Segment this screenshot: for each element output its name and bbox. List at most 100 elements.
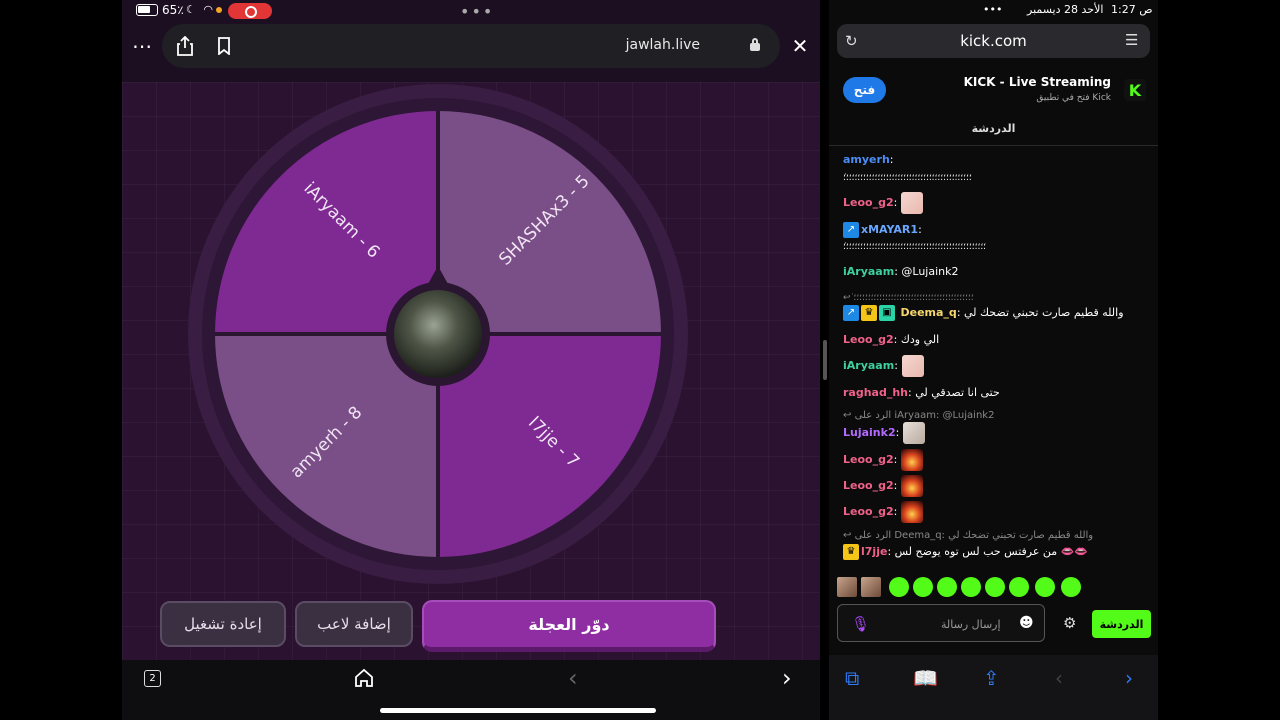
divider xyxy=(829,145,1158,146)
status-bar: 65٪ ☾ ◠ ••• xyxy=(122,0,820,22)
chat-text: الرد على Deema_q: والله قطيم صارت تحبني … xyxy=(854,530,1094,541)
emote-icon[interactable] xyxy=(985,577,1005,597)
add-player-button[interactable]: إضافة لاعب xyxy=(295,601,413,647)
chat-message: ٰ؛؛؛؛؛؛؛؛؛؛؛؛؛؛؛؛؛؛؛؛؛؛؛؛؛؛؛؛؛؛؛؛؛؛؛؛؛؛؛… xyxy=(843,173,1148,183)
forward-icon[interactable]: › xyxy=(782,664,792,692)
crown-badge-icon: ♛ xyxy=(843,544,859,560)
badge-icon: ↗ xyxy=(843,305,859,321)
home-indicator[interactable] xyxy=(380,708,656,713)
status-time: 1:27 ص xyxy=(1111,3,1153,16)
back-icon[interactable]: ‹ xyxy=(568,664,578,692)
screen-record-icon[interactable] xyxy=(228,3,272,19)
chat-title: الدردشة xyxy=(971,122,1016,135)
chat-message: iAryaam: xyxy=(843,355,1148,381)
emote-icon[interactable] xyxy=(837,577,857,597)
emote-icon xyxy=(901,355,924,377)
ipad-screen: 65٪ ☾ ◠ ••• ⋯ jawlah.live ✕ iAryaam - 6 … xyxy=(0,0,1280,720)
battery-percent: 65٪ xyxy=(162,3,184,17)
emote-icon xyxy=(901,192,924,214)
chat-reply-context: ↩ الرد على iAryaam: @Lujaink2 xyxy=(843,410,1148,421)
page-url[interactable]: kick.com xyxy=(829,32,1158,50)
close-icon[interactable]: ✕ xyxy=(786,32,814,60)
chat-text: @Lujaink2 xyxy=(901,265,959,278)
chat-message: ↩ ٰ؛؛؛؛؛؛؛؛؛؛؛؛؛؛؛؛؛؛؛؛؛؛؛؛؛؛؛؛؛؛؛؛؛؛؛؛؛… xyxy=(843,293,1148,303)
spin-wheel[interactable]: iAryaam - 6 SHASHAx3 - 5 l7jje - 7 amyer… xyxy=(188,84,688,584)
emote-icon xyxy=(901,449,924,471)
crown-badge-icon: ♛ xyxy=(861,305,877,321)
chat-username[interactable]: xMAYAR1 xyxy=(861,223,918,236)
open-app-button[interactable]: فتح xyxy=(843,77,886,103)
reply-icon: ↩ xyxy=(843,530,855,541)
emoji-picker-icon[interactable]: ☻ xyxy=(1019,615,1034,631)
emote-icon[interactable] xyxy=(961,577,981,597)
mic-indicator-icon xyxy=(216,7,222,13)
chat-message: Leoo_g2: xyxy=(843,475,1148,501)
emote-icon[interactable] xyxy=(1061,577,1081,597)
emote-icon[interactable] xyxy=(913,577,933,597)
emote-icon xyxy=(901,501,924,523)
microphone-icon[interactable]: 🎙 xyxy=(851,615,870,633)
chat-username[interactable]: raghad_hh xyxy=(843,386,908,399)
chat-username[interactable]: amyerh xyxy=(843,153,890,166)
chat-text: من عرفتس حب لس توه يوضح لس 👄👄 xyxy=(894,545,1089,558)
status-date: الأحد 28 ديسمبر xyxy=(1027,3,1104,16)
chat-message: ♛ l7jje: من عرفتس حب لس توه يوضح لس 👄👄 xyxy=(843,544,1148,562)
chat-username[interactable]: Leoo_g2 xyxy=(843,505,894,518)
chat-username[interactable]: Deema_q xyxy=(901,306,957,319)
multitask-dots-icon[interactable]: ••• xyxy=(983,3,1002,16)
chat-username[interactable]: iAryaam xyxy=(843,265,894,278)
chat-message: ↗ ♛ ▣ Deema_q: والله قطيم صارت تحبني تضحك … xyxy=(843,305,1148,323)
chat-username[interactable]: Leoo_g2 xyxy=(843,196,894,209)
chat-input-placeholder[interactable]: إرسال رسالة xyxy=(941,618,1001,631)
chat-text: الرد على iAryaam: @Lujaink2 xyxy=(854,410,995,421)
chat-text: والله قطيم صارت تحبني تضحك لي xyxy=(964,306,1124,319)
reply-icon: ↩ xyxy=(843,410,855,421)
chat-username[interactable]: iAryaam xyxy=(843,359,894,372)
restart-button[interactable]: إعادة تشغيل xyxy=(160,601,286,647)
chat-message: iAryaam: @Lujaink2 xyxy=(843,265,959,278)
chat-message: amyerh: xyxy=(843,153,894,166)
home-icon[interactable] xyxy=(354,666,374,694)
reader-icon[interactable]: ☰ xyxy=(1125,31,1138,49)
chat-username[interactable]: Leoo_g2 xyxy=(843,479,894,492)
browser-pane-jawlah: 65٪ ☾ ◠ ••• ⋯ jawlah.live ✕ iAryaam - 6 … xyxy=(122,0,820,720)
chat-message: raghad_hh: حتى انا تصدقي لي xyxy=(843,386,1000,399)
chat-reply-context: ↩ الرد على Deema_q: والله قطيم صارت تحبن… xyxy=(843,530,1148,541)
chat-username[interactable]: Leoo_g2 xyxy=(843,333,894,346)
lock-icon xyxy=(750,38,760,51)
battery-icon xyxy=(136,4,158,16)
chat-username[interactable]: l7jje xyxy=(861,545,887,558)
chat-text: ٰ؛؛؛؛؛؛؛؛؛؛؛؛؛؛؛؛؛؛؛؛؛؛؛؛؛؛؛؛؛؛؛؛؛؛؛؛؛؛؛… xyxy=(853,293,974,303)
emote-icon[interactable] xyxy=(937,577,957,597)
split-view-divider[interactable] xyxy=(823,340,827,380)
chat-username[interactable]: Lujaink2 xyxy=(843,426,896,439)
bookmark-icon[interactable] xyxy=(210,32,238,60)
chat-text: الي ودك xyxy=(900,333,940,346)
hub-avatar xyxy=(394,290,482,378)
chat-message: Leoo_g2: xyxy=(843,192,1148,218)
emote-icon[interactable] xyxy=(889,577,909,597)
chat-text: حتى انا تصدقي لي xyxy=(915,386,1000,399)
app-name: KICK - Live Streaming xyxy=(963,75,1111,89)
spin-wheel-button[interactable]: دوّر العجلة xyxy=(422,600,716,652)
emote-icon[interactable] xyxy=(1035,577,1055,597)
chat-message: ٰ؛؛؛؛؛؛؛؛؛؛؛؛؛؛؛؛؛؛؛؛؛؛؛؛؛؛؛؛؛؛؛؛؛؛؛؛؛؛؛… xyxy=(843,242,1148,252)
tabs-icon[interactable]: ⧉ xyxy=(845,666,859,690)
chat-message: Lujaink2: xyxy=(843,422,1148,448)
bookmarks-icon[interactable]: 📖 xyxy=(913,666,938,690)
forward-icon[interactable]: › xyxy=(1125,666,1133,690)
send-chat-button[interactable]: الدردشة xyxy=(1092,610,1151,638)
back-icon[interactable]: ‹ xyxy=(1055,666,1063,690)
browser-pane-kick: ••• الأحد 28 ديسمبر 1:27 ص ↻ kick.com ☰ … xyxy=(829,0,1158,720)
chat-username[interactable]: Leoo_g2 xyxy=(843,453,894,466)
multitask-dots-icon[interactable]: ••• xyxy=(460,2,494,21)
page-domain[interactable]: jawlah.live xyxy=(626,37,700,53)
share-icon[interactable]: ⇪ xyxy=(983,666,1000,690)
share-icon[interactable] xyxy=(171,32,199,60)
tabs-button[interactable]: 2 xyxy=(144,670,161,687)
badge-icon: ▣ xyxy=(879,305,895,321)
gear-icon[interactable]: ⚙ xyxy=(1063,614,1076,632)
emote-icon[interactable] xyxy=(1009,577,1029,597)
emote-icon[interactable] xyxy=(861,577,881,597)
more-icon[interactable]: ⋯ xyxy=(128,32,156,60)
